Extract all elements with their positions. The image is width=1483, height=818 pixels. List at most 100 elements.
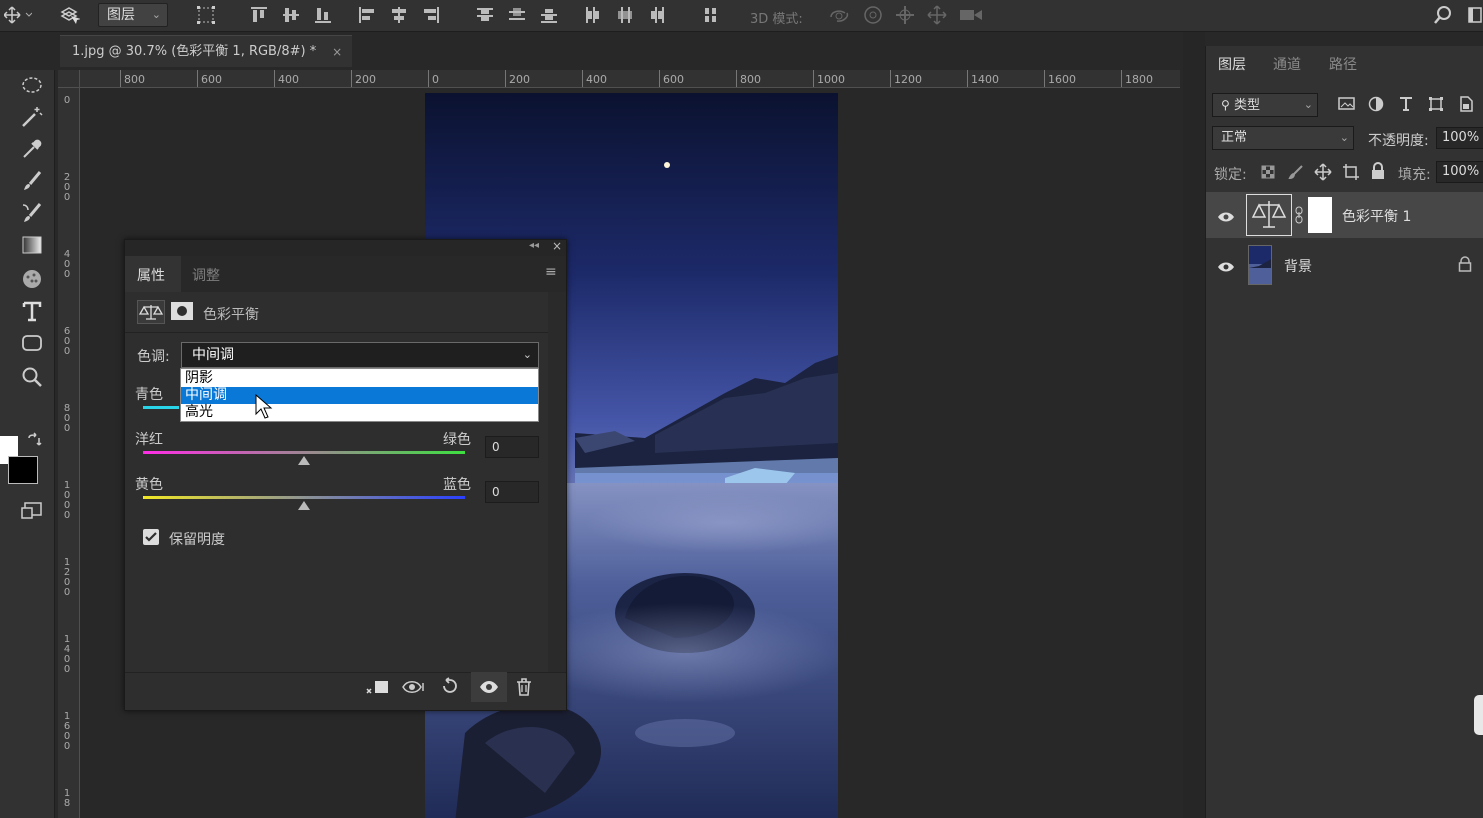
yellow-blue-input[interactable]: 0	[485, 481, 539, 503]
elliptical-marquee-tool-icon[interactable]	[16, 72, 48, 98]
lock-image-pixels-icon[interactable]	[1288, 164, 1304, 184]
distribute-right-icon[interactable]	[646, 4, 668, 26]
reset-icon[interactable]	[439, 677, 459, 701]
magenta-green-value: 0	[492, 440, 500, 454]
tab-adjustments[interactable]: 调整	[192, 265, 220, 285]
panel-menu-icon[interactable]: ≡	[545, 264, 557, 280]
adjustment-thumbnail[interactable]	[1246, 194, 1292, 236]
distribute-bottom-icon[interactable]	[538, 4, 560, 26]
visibility-eye-icon[interactable]	[1217, 208, 1235, 227]
trash-icon[interactable]	[515, 677, 533, 701]
tab-layers[interactable]: 图层	[1218, 54, 1246, 74]
3d-pan-icon[interactable]	[892, 4, 918, 26]
mask-icon[interactable]	[171, 302, 193, 320]
tab-paths[interactable]: 路径	[1329, 54, 1357, 74]
transform-controls-icon[interactable]	[194, 4, 218, 26]
ruler-origin[interactable]	[58, 70, 80, 88]
toggle-visibility-button[interactable]	[471, 672, 507, 702]
yellow-blue-slider-track[interactable]	[143, 496, 465, 499]
layer-row-background[interactable]: 背景	[1206, 242, 1483, 288]
horizontal-ruler[interactable]: 800 600 400 200 0 200 400 600 800 1000 1200 1400 160…	[80, 70, 1180, 88]
distribute-horizontal-center-icon[interactable]	[614, 4, 636, 26]
magenta-green-slider-track[interactable]	[143, 451, 465, 454]
lock-transparent-pixels-icon[interactable]	[1260, 164, 1276, 184]
align-horizontal-center-icon[interactable]	[388, 4, 410, 26]
magenta-green-slider-thumb[interactable]	[298, 456, 310, 465]
swap-colors-icon[interactable]	[26, 432, 42, 452]
layer-name[interactable]: 背景	[1284, 256, 1312, 276]
brush-tool-icon[interactable]	[16, 168, 48, 194]
color-balance-icon[interactable]	[137, 300, 165, 324]
shape-tool-icon[interactable]	[16, 330, 48, 356]
yellow-blue-slider-thumb[interactable]	[298, 501, 310, 510]
3d-slide-icon[interactable]	[924, 4, 950, 26]
auto-align-layers-icon[interactable]	[700, 4, 722, 26]
distribute-top-icon[interactable]	[474, 4, 496, 26]
distribute-vertical-center-icon[interactable]	[506, 4, 528, 26]
layer-name[interactable]: 色彩平衡 1	[1342, 206, 1411, 226]
view-previous-state-icon[interactable]	[401, 677, 427, 701]
layer-filter-dropdown[interactable]: ⚲ 类型 ⌄	[1212, 93, 1318, 117]
fill-input[interactable]: 100%	[1436, 161, 1483, 183]
tone-option-highlights[interactable]: 高光	[181, 404, 538, 421]
magic-wand-tool-icon[interactable]	[16, 104, 48, 130]
workspace-icon[interactable]	[1466, 4, 1483, 26]
background-color-swatch[interactable]	[8, 456, 38, 484]
shape-filter-icon[interactable]	[1428, 96, 1444, 116]
search-icon[interactable]	[1430, 4, 1456, 26]
blend-mode-dropdown[interactable]: 正常 ⌄	[1212, 126, 1354, 150]
adjustment-filter-icon[interactable]	[1368, 96, 1384, 116]
clip-to-layer-icon[interactable]	[365, 677, 391, 701]
panel-title-bar[interactable]: ◂◂ ×	[125, 239, 566, 256]
tone-option-shadows[interactable]: 阴影	[181, 370, 538, 387]
align-top-icon[interactable]	[248, 4, 270, 26]
distribute-left-icon[interactable]	[582, 4, 604, 26]
layer-row-color-balance[interactable]: 色彩平衡 1	[1206, 192, 1483, 238]
auto-select-icon[interactable]	[56, 4, 82, 26]
tone-dropdown[interactable]: 中间调 ⌄	[181, 342, 539, 368]
auto-select-target-dropdown[interactable]: 图层 ⌄	[98, 3, 168, 27]
side-handle[interactable]	[1474, 695, 1483, 735]
history-brush-tool-icon[interactable]	[16, 200, 48, 226]
gradient-tool-icon[interactable]	[16, 232, 48, 258]
align-left-icon[interactable]	[356, 4, 378, 26]
opacity-input[interactable]: 100%	[1436, 127, 1483, 149]
move-tool-icon[interactable]	[0, 4, 36, 26]
zoom-tool-icon[interactable]	[16, 364, 48, 390]
type-tool-icon[interactable]	[16, 298, 48, 324]
align-bottom-icon[interactable]	[312, 4, 334, 26]
tab-properties[interactable]: 属性	[137, 265, 165, 285]
align-vertical-center-icon[interactable]	[280, 4, 302, 26]
image-filter-icon[interactable]	[1338, 96, 1356, 116]
sponge-tool-icon[interactable]	[16, 266, 48, 292]
collapse-icon[interactable]: ◂◂	[529, 240, 539, 251]
vertical-ruler[interactable]: 0 200 400 600 800 1000 1200 1400 1600 18	[58, 88, 80, 818]
magenta-green-input[interactable]: 0	[485, 436, 539, 458]
tab-channels[interactable]: 通道	[1273, 54, 1301, 74]
cyan-red-slider-track[interactable]	[143, 406, 179, 409]
eyedropper-tool-icon[interactable]	[16, 136, 48, 162]
tone-option-midtones[interactable]: 中间调	[181, 387, 538, 404]
scrollbar-track[interactable]	[548, 292, 566, 672]
lock-all-icon[interactable]	[1370, 162, 1386, 184]
3d-roll-icon[interactable]	[860, 4, 886, 26]
ruler-tick-label: 1800	[1121, 70, 1153, 87]
layer-mask-thumbnail[interactable]	[1308, 197, 1332, 233]
visibility-eye-icon[interactable]	[1217, 258, 1235, 277]
screen-mode-icon[interactable]	[16, 498, 48, 524]
align-right-icon[interactable]	[420, 4, 442, 26]
close-icon[interactable]: ×	[552, 239, 562, 253]
smart-object-filter-icon[interactable]	[1458, 96, 1474, 116]
ruler-tick-label: 200	[505, 70, 530, 87]
lock-artboard-icon[interactable]	[1342, 163, 1360, 185]
mask-link-icon[interactable]	[1294, 206, 1304, 228]
3d-scale-icon[interactable]	[956, 4, 986, 26]
3d-orbit-icon[interactable]	[826, 4, 852, 26]
type-filter-icon[interactable]	[1398, 96, 1414, 116]
layer-thumbnail[interactable]	[1248, 245, 1272, 285]
preserve-luminosity-checkbox[interactable]	[143, 529, 159, 545]
preserve-luminosity-label[interactable]: 保留明度	[169, 529, 225, 549]
close-icon[interactable]: ×	[332, 36, 342, 68]
lock-position-icon[interactable]	[1314, 163, 1332, 185]
document-tab[interactable]: 1.jpg @ 30.7% (色彩平衡 1, RGB/8#) * ×	[60, 35, 353, 68]
